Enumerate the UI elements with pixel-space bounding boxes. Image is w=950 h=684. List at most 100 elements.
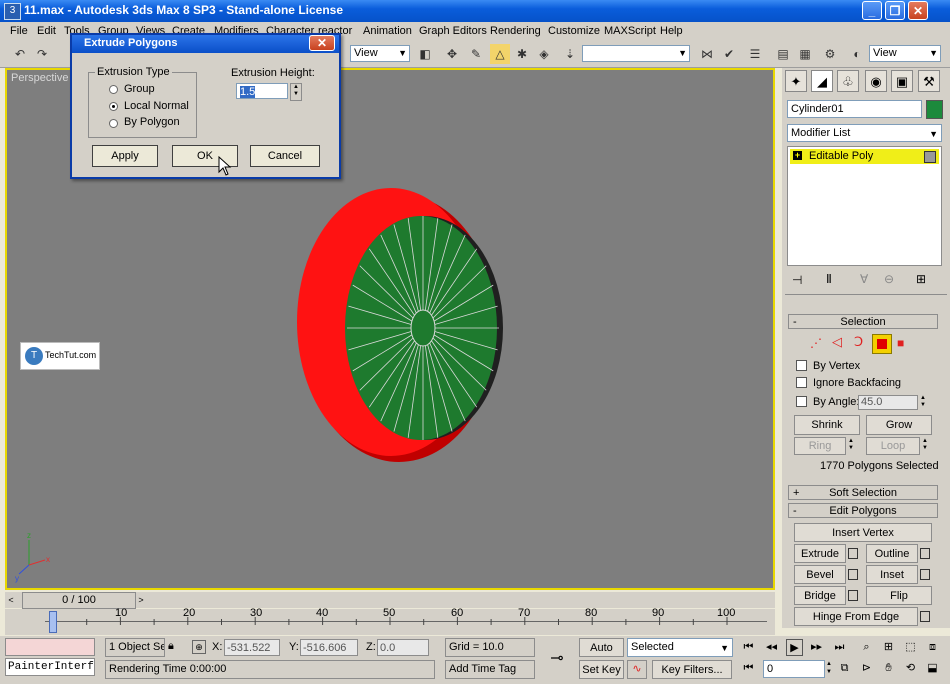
spinner-snap-icon[interactable]: ◈ (534, 44, 554, 64)
create-tab-icon[interactable]: ✦ (785, 70, 807, 92)
play-icon[interactable]: ▶ (786, 639, 803, 656)
menu-graph-editors[interactable]: Graph Editors (419, 25, 487, 37)
edge-level-icon[interactable]: ◁ (832, 334, 842, 350)
percent-snap-icon[interactable]: ✱ (512, 44, 532, 64)
by-vertex-label[interactable]: By Vertex (813, 360, 860, 372)
stack-item-editable-poly[interactable]: + Editable Poly (790, 149, 939, 164)
align-icon[interactable]: ✔ (719, 44, 739, 64)
pin-stack-icon[interactable]: ⊣ (792, 273, 802, 287)
minimize-button[interactable]: _ (862, 1, 882, 20)
selection-rollout-header[interactable]: - Selection (788, 314, 938, 329)
by-angle-checkbox[interactable] (796, 396, 807, 407)
utilities-tab-icon[interactable]: ⚒ (918, 70, 940, 92)
current-frame-marker[interactable] (49, 611, 57, 633)
mirror-icon[interactable]: ⋈ (697, 44, 717, 64)
next-frame-icon[interactable]: ▸▸ (808, 639, 825, 656)
extrude-button[interactable]: Extrude (794, 544, 846, 563)
loop-button[interactable]: Loop (866, 437, 920, 455)
schematic-view-icon[interactable]: ▦ (795, 44, 815, 64)
bevel-button[interactable]: Bevel (794, 565, 846, 584)
object-name-input[interactable]: Cylinder01 (787, 100, 922, 118)
soft-selection-rollout-header[interactable]: + Soft Selection (788, 485, 938, 500)
x-coordinate[interactable]: -531.522 (224, 639, 280, 656)
key-mode-select[interactable]: Selected ▼ (627, 638, 733, 657)
make-unique-icon[interactable]: ∀ (860, 272, 868, 286)
menu-customize[interactable]: Customize (548, 25, 600, 37)
group-radio[interactable] (109, 85, 118, 94)
hierarchy-tab-icon[interactable]: ♧ (837, 70, 859, 92)
by-polygon-radio-label[interactable]: By Polygon (124, 116, 180, 128)
absolute-mode-icon[interactable]: ⊕ (192, 640, 206, 654)
zoom-extents-icon[interactable]: ⬚ (902, 639, 919, 656)
extrusion-height-spinner[interactable]: ▲ ▼ (290, 83, 302, 101)
expand-plus-icon[interactable]: + (793, 151, 802, 160)
maxscript-listener-white[interactable]: PainterInterf (5, 658, 95, 676)
menu-edit[interactable]: Edit (37, 25, 56, 37)
zoom-icon[interactable]: ⌕ (858, 639, 875, 656)
key-filters-button[interactable]: Key Filters... (652, 660, 732, 679)
time-configuration-icon[interactable]: ⧉ (836, 660, 853, 677)
maxscript-listener-pink[interactable] (5, 638, 95, 656)
select-manipulate-icon[interactable]: ✥ (442, 44, 462, 64)
undo-icon[interactable]: ↶ (10, 44, 30, 64)
pivot-center-icon[interactable]: ◧ (415, 44, 435, 64)
previous-frame-icon[interactable]: ◂◂ (763, 639, 780, 656)
ring-button[interactable]: Ring (794, 437, 846, 455)
cancel-button[interactable]: Cancel (250, 145, 320, 167)
render-scene-icon[interactable]: ◐ (847, 44, 867, 64)
by-polygon-radio[interactable] (109, 119, 118, 128)
key-mode-toggle-icon[interactable]: ⏮ (740, 660, 757, 677)
modifier-list-select[interactable]: Modifier List ▼ (787, 124, 942, 142)
snap-toggle-icon[interactable]: ✎ (466, 44, 486, 64)
track-bar[interactable]: 10 20 30 40 50 60 70 80 90 100 (5, 607, 775, 635)
extrusion-height-input[interactable]: 1.5 (236, 83, 288, 99)
outline-settings-icon[interactable] (920, 548, 930, 559)
maximize-button[interactable]: ❐ (885, 1, 905, 20)
go-to-end-icon[interactable]: ⏭ (831, 639, 848, 656)
menu-rendering[interactable]: Rendering (490, 25, 541, 37)
bridge-button[interactable]: Bridge (794, 586, 846, 605)
z-coordinate[interactable]: 0.0 (377, 639, 429, 656)
ring-spinner[interactable]: ▲ ▼ (848, 438, 854, 452)
zoom-extents-all-icon[interactable]: ⧈ (924, 639, 941, 656)
dialog-close-button[interactable]: ✕ (309, 35, 335, 51)
maximize-viewport-icon[interactable]: ⬓ (924, 660, 941, 677)
bevel-settings-icon[interactable] (848, 569, 858, 580)
named-selection-set[interactable]: ▼ (582, 45, 690, 62)
bridge-settings-icon[interactable] (848, 590, 858, 601)
hinge-from-edge-button[interactable]: Hinge From Edge (794, 607, 918, 626)
outline-button[interactable]: Outline (866, 544, 918, 563)
dialog-title-bar[interactable]: Extrude Polygons ✕ (72, 35, 339, 53)
current-frame-input[interactable]: 0 (763, 660, 825, 678)
render-type-select[interactable]: View ▼ (869, 45, 941, 62)
loop-spinner[interactable]: ▲ ▼ (922, 438, 928, 452)
angle-spinner[interactable]: ▲ ▼ (920, 395, 929, 410)
edit-named-selection-icon[interactable]: ⇣ (560, 44, 580, 64)
inset-button[interactable]: Inset (866, 565, 918, 584)
flip-button[interactable]: Flip (866, 586, 932, 605)
default-tangent-icon[interactable]: ∿ (627, 660, 647, 679)
shrink-button[interactable]: Shrink (794, 415, 860, 435)
close-button[interactable]: ✕ (908, 1, 928, 20)
time-slider-track[interactable]: < 0 / 100 > (5, 592, 775, 609)
material-editor-icon[interactable]: ⚙ (820, 44, 840, 64)
extrude-settings-icon[interactable] (848, 548, 858, 559)
vertex-level-icon[interactable]: ⋰ (810, 336, 822, 350)
display-tab-icon[interactable]: ▣ (891, 70, 913, 92)
lock-selection-icon[interactable]: 🔒︎ (168, 640, 174, 653)
by-vertex-checkbox[interactable] (796, 360, 807, 371)
show-end-result-icon[interactable]: Ⅱ (826, 272, 832, 286)
menu-maxscript[interactable]: MAXScript (604, 25, 656, 37)
menu-help[interactable]: Help (660, 25, 683, 37)
apply-button[interactable]: Apply (92, 145, 158, 167)
configure-modifier-sets-icon[interactable]: ⊞ (916, 272, 926, 286)
menu-file[interactable]: File (10, 25, 28, 37)
pan-icon[interactable]: ✋︎ (880, 660, 897, 677)
object-color-swatch[interactable] (926, 100, 943, 119)
time-prev-icon[interactable]: < (5, 592, 17, 608)
field-of-view-icon[interactable]: ⊳ (858, 660, 875, 677)
key-icon[interactable]: ⊸ (540, 644, 574, 674)
ignore-backfacing-checkbox[interactable] (796, 377, 807, 388)
motion-tab-icon[interactable]: ◉ (865, 70, 887, 92)
polygon-level-icon[interactable] (872, 334, 892, 354)
